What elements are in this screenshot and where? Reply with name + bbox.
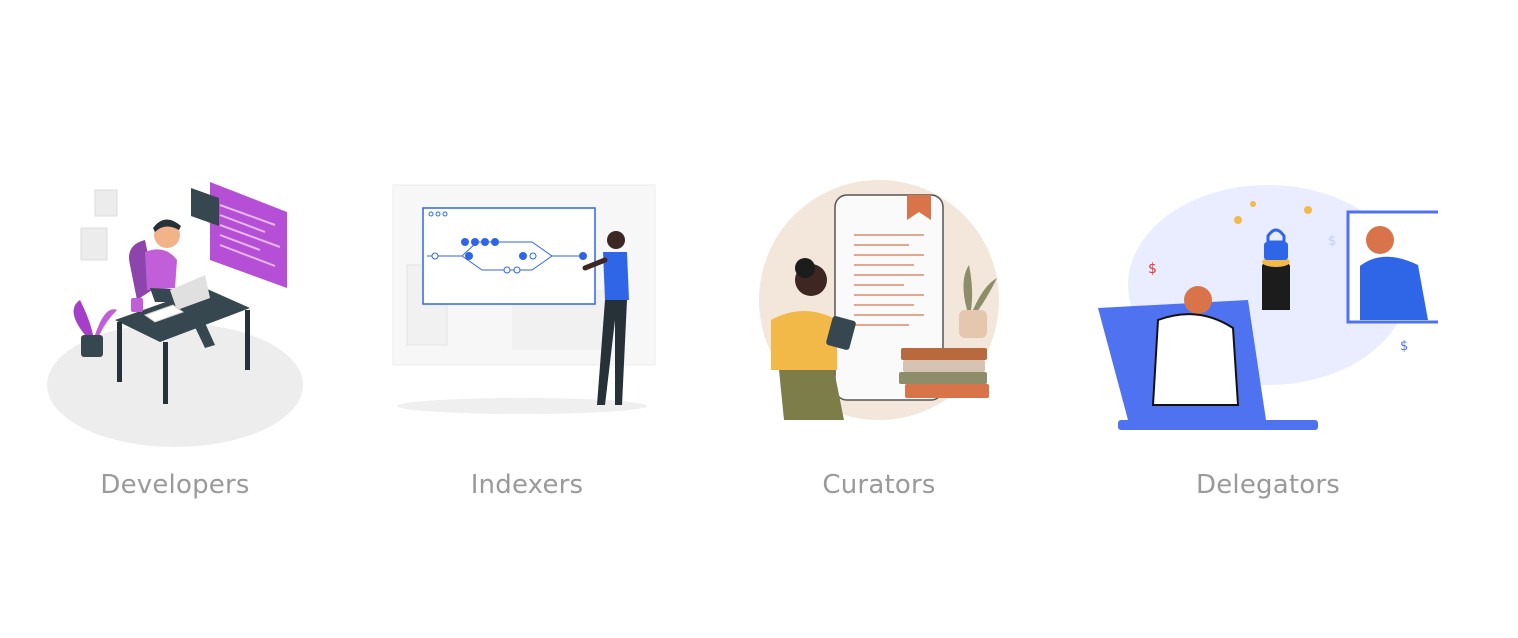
role-label-delegators[interactable]: Delegators [1098, 470, 1438, 500]
svg-text:$: $ [1148, 261, 1157, 277]
svg-text:$: $ [1328, 234, 1336, 249]
role-card-curators[interactable]: Curators [709, 150, 1049, 520]
role-label-indexers[interactable]: Indexers [357, 470, 697, 500]
svg-text:$: $ [1400, 339, 1408, 354]
role-label-curators[interactable]: Curators [709, 470, 1049, 500]
developer-illustration [47, 182, 303, 447]
curator-illustration [759, 180, 999, 420]
role-card-delegators[interactable]: $ $ $ Delegators [1098, 150, 1438, 520]
delegators-illustration: $ $ $ [1098, 185, 1438, 430]
role-card-developers[interactable]: Developers [5, 150, 345, 520]
role-card-indexers[interactable]: Indexers [357, 150, 697, 520]
indexer-illustration [392, 184, 656, 414]
role-label-developers[interactable]: Developers [5, 470, 345, 500]
